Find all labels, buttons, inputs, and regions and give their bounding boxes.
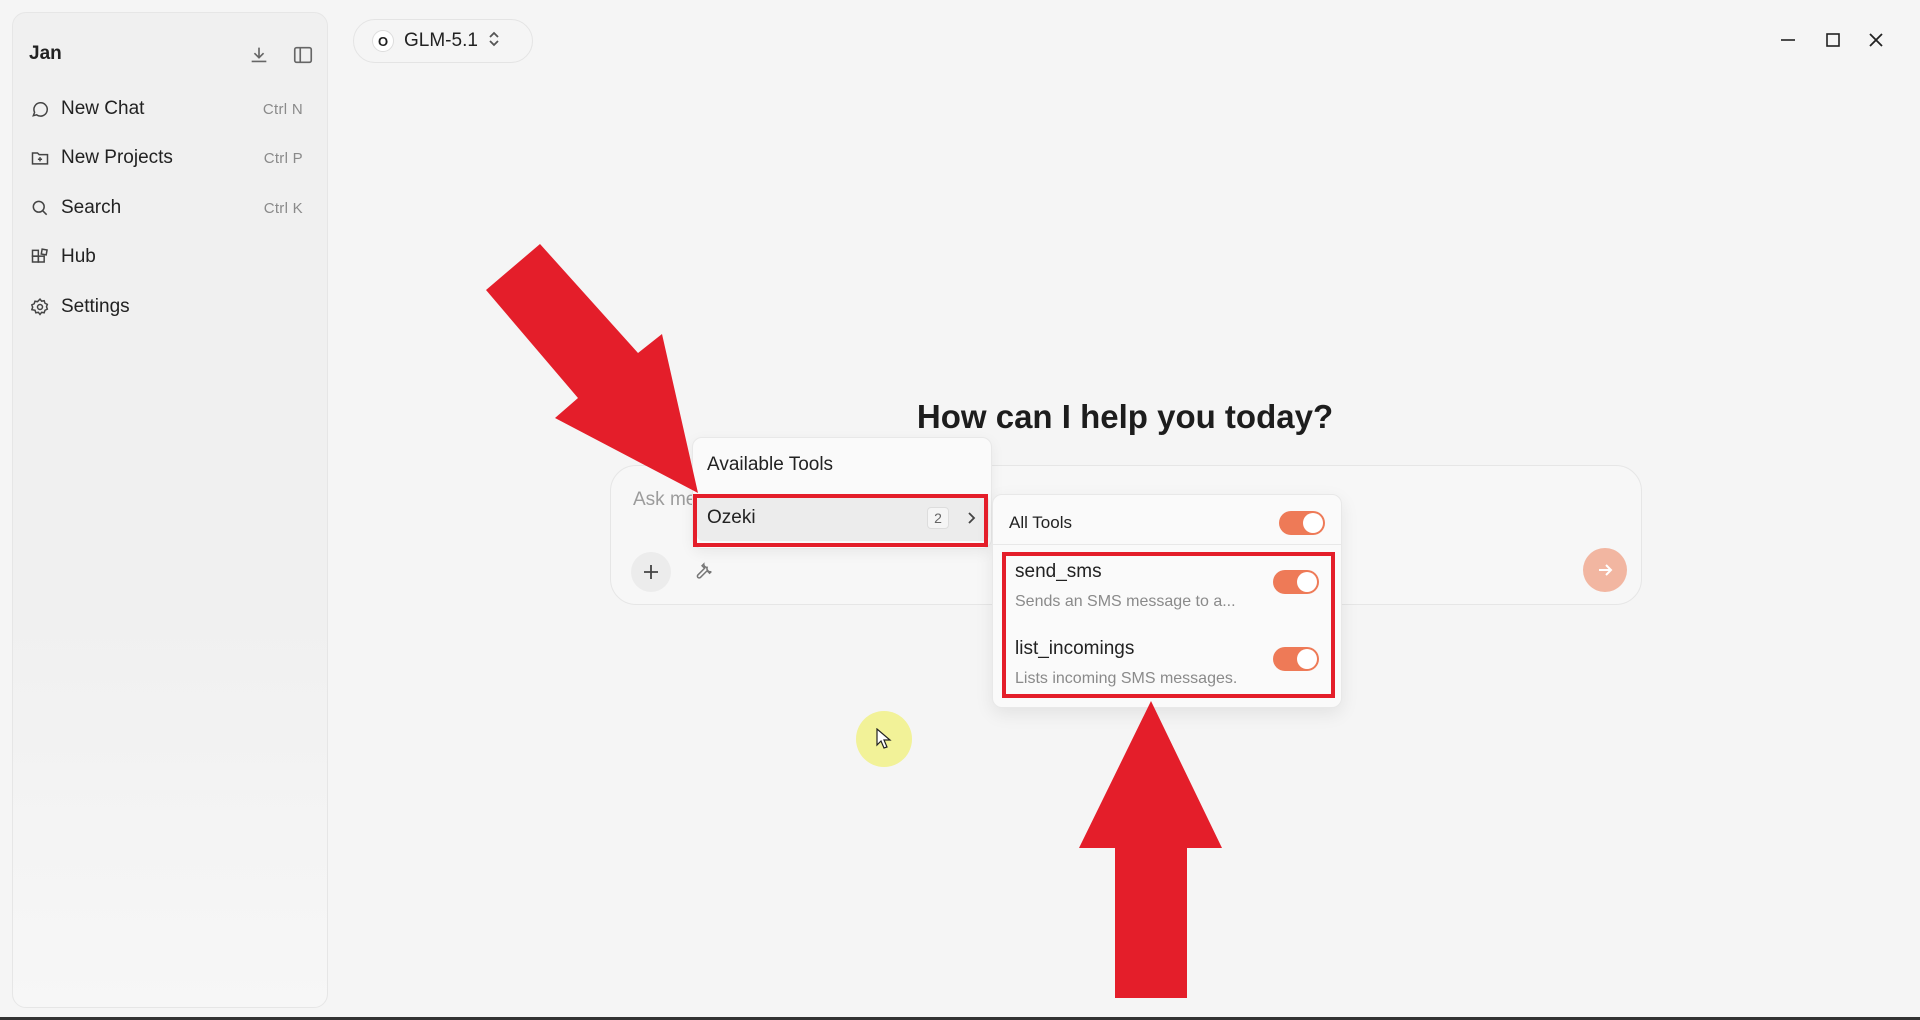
annotation-arrows [486, 244, 1222, 998]
arrow-diagonal [486, 244, 698, 493]
mouse-pointer-icon [876, 728, 892, 749]
arrow-up [1079, 701, 1222, 998]
